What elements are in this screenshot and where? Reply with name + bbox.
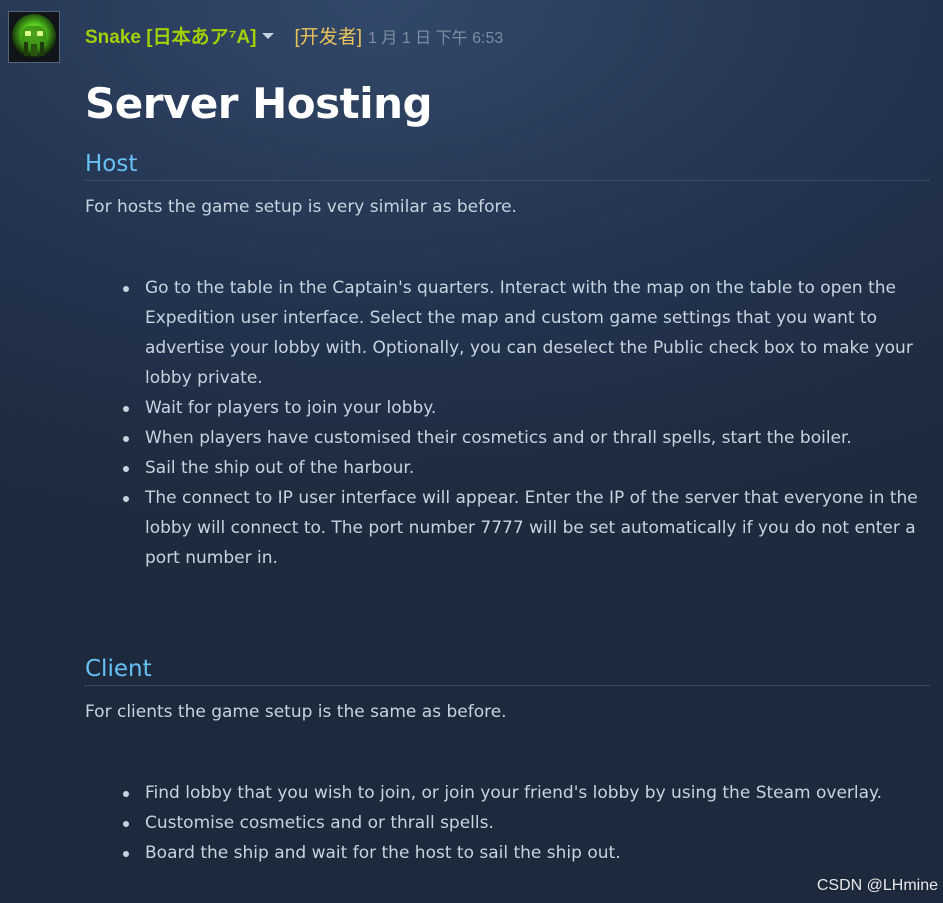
post-header: Snake [日本あア⁷A] [开发者] 1 月 1 日 下午 6:53 (85, 22, 503, 48)
list-item: Board the ship and wait for the host to … (123, 838, 925, 868)
host-steps-list: Go to the table in the Captain's quarter… (123, 273, 925, 573)
watermark-text: CSDN @LHmine (816, 877, 938, 894)
avatar-icon (9, 12, 59, 62)
section-heading-client: Client (85, 653, 929, 686)
author-avatar[interactable] (8, 11, 60, 63)
list-item: Sail the ship out of the harbour. (123, 453, 925, 483)
list-item: The connect to IP user interface will ap… (123, 483, 925, 573)
developer-tag: [开发者] (294, 26, 363, 48)
client-intro-text: For clients the game setup is the same a… (85, 702, 507, 722)
caret-down-icon[interactable] (262, 33, 275, 39)
post-title: Server Hosting (85, 79, 433, 128)
list-item: Find lobby that you wish to join, or joi… (123, 778, 925, 808)
host-intro-text: For hosts the game setup is very similar… (85, 197, 517, 217)
section-heading-host: Host (85, 148, 929, 181)
list-item: Customise cosmetics and or thrall spells… (123, 808, 925, 838)
list-item: Go to the table in the Captain's quarter… (123, 273, 925, 393)
post-date: 1 月 1 日 下午 6:53 (368, 30, 504, 47)
list-item: When players have customised their cosme… (123, 423, 925, 453)
client-steps-list: Find lobby that you wish to join, or joi… (123, 778, 925, 868)
list-item: Wait for players to join your lobby. (123, 393, 925, 423)
author-name-link[interactable]: Snake [日本あア⁷A] (85, 22, 256, 49)
